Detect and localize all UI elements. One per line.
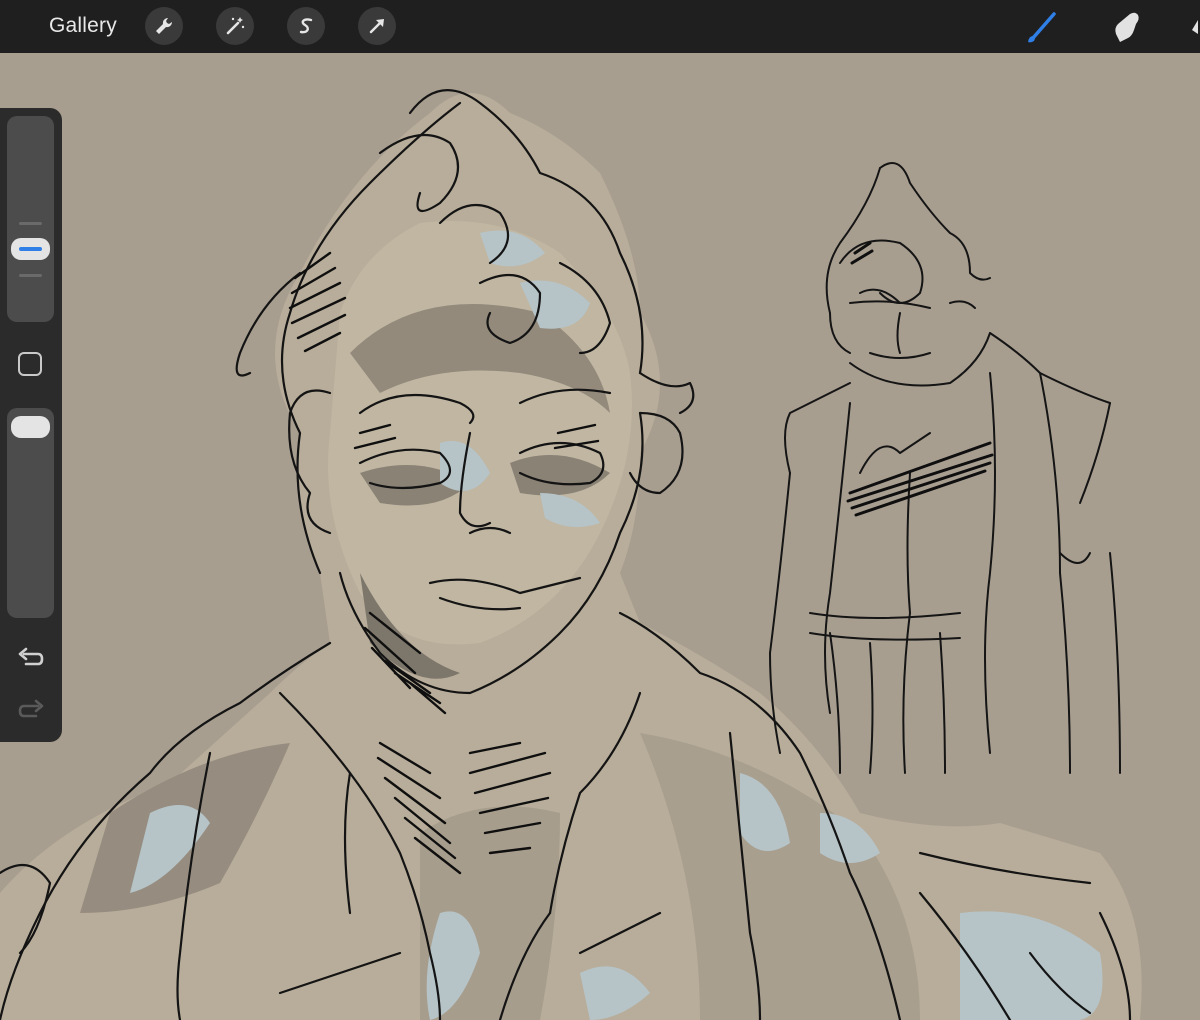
smudge-finger-icon[interactable]: [1108, 8, 1146, 46]
brush-icon[interactable]: [1022, 8, 1060, 46]
selection-s-icon[interactable]: [287, 7, 325, 45]
magic-wand-icon[interactable]: [216, 7, 254, 45]
wrench-icon[interactable]: [145, 7, 183, 45]
arrow-cursor-icon[interactable]: [358, 7, 396, 45]
square-icon[interactable]: [18, 352, 42, 376]
size-indicator: [19, 247, 42, 251]
opacity-thumb[interactable]: [11, 416, 50, 438]
drawing-canvas[interactable]: [0, 53, 1200, 1020]
top-toolbar: Gallery: [0, 0, 1200, 53]
brush-size-slider[interactable]: [7, 116, 54, 322]
sketch-artwork: [0, 89, 1142, 1020]
eraser-icon-partial[interactable]: [1188, 8, 1200, 46]
slider-tick: [19, 274, 42, 277]
left-sidebar: [0, 108, 62, 742]
slider-tick: [19, 222, 42, 225]
opacity-slider[interactable]: [7, 408, 54, 618]
gallery-button[interactable]: Gallery: [49, 14, 117, 38]
brush-size-thumb[interactable]: [11, 238, 50, 260]
redo-icon[interactable]: [16, 698, 46, 724]
undo-icon[interactable]: [16, 646, 46, 672]
